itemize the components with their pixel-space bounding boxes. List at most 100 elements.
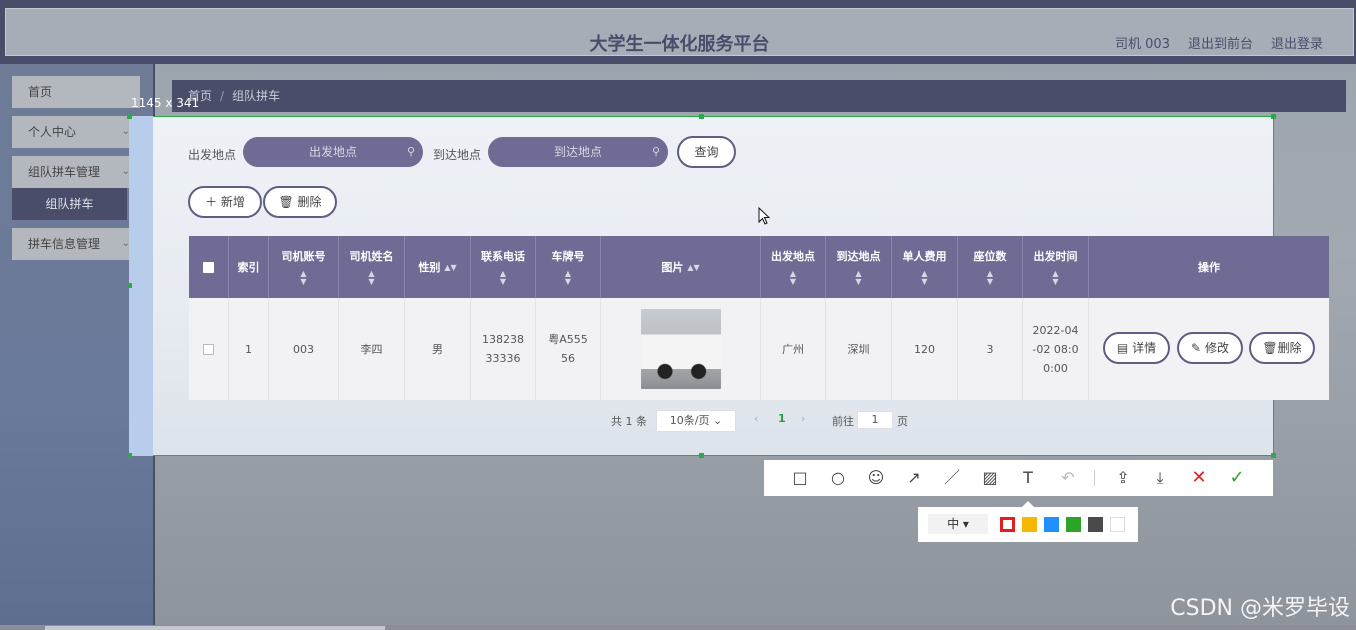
resize-handle[interactable]: [127, 453, 132, 458]
th-fee[interactable]: 单人费用 ▲ ▼: [892, 236, 958, 298]
undo-icon[interactable]: ↶: [1056, 466, 1080, 490]
sidebar-item-label: 首页: [28, 85, 53, 99]
th-plate[interactable]: 车牌号 ▲ ▼: [536, 236, 601, 298]
page-size-value: 10条/页: [669, 414, 710, 427]
sort-icon[interactable]: ▲▼: [565, 270, 571, 286]
th-phone[interactable]: 联系电话 ▲ ▼: [471, 236, 536, 298]
th-seats[interactable]: 座位数 ▲ ▼: [958, 236, 1023, 298]
sort-icon[interactable]: ▲▼: [444, 263, 456, 272]
emoji-icon[interactable]: ☺: [864, 466, 888, 490]
plus-icon: ＋: [205, 195, 218, 209]
stroke-size-value: 中: [947, 517, 960, 531]
goto-label: 前往: [832, 415, 854, 428]
edit-button[interactable]: ✎ 修改: [1177, 332, 1243, 364]
text-icon[interactable]: T: [1016, 466, 1040, 490]
th-gender[interactable]: 性别 ▲▼: [405, 236, 471, 298]
resize-handle[interactable]: [699, 114, 704, 119]
color-swatch-blue[interactable]: [1044, 517, 1059, 532]
watermark: CSDN @米罗毕设: [1170, 596, 1350, 621]
page-size-select[interactable]: 10条/页 ⌄: [656, 410, 736, 432]
share-icon[interactable]: ⇪: [1111, 466, 1135, 490]
goto-page-input[interactable]: 1: [857, 411, 893, 429]
sort-icon[interactable]: ▲▼: [368, 270, 374, 286]
color-swatch-white[interactable]: [1110, 517, 1125, 532]
current-page[interactable]: 1: [778, 412, 786, 425]
to-placeholder: 到达地点: [553, 145, 602, 159]
search-icon: ⚲: [406, 145, 415, 158]
trash-icon: 🗑: [278, 195, 294, 209]
th-label: 座位数: [973, 250, 1007, 263]
sort-icon[interactable]: ▲▼: [300, 270, 306, 286]
row-select-cell[interactable]: [189, 298, 229, 400]
cell-fee: 120: [892, 298, 958, 400]
stroke-size-select[interactable]: 中 ▾: [928, 514, 988, 534]
ellipse-icon[interactable]: ○: [826, 466, 850, 490]
sidebar-item-label: 组队拼车管理: [28, 165, 101, 179]
to-search-input[interactable]: 到达地点 ⚲: [488, 137, 668, 167]
sort-icon[interactable]: ▲▼: [855, 270, 861, 286]
cell-to: 深圳: [826, 298, 892, 400]
detail-button[interactable]: ▤ 详情: [1103, 332, 1170, 364]
th-label: 操作: [1198, 261, 1220, 274]
sidebar-item-home[interactable]: 首页: [12, 76, 140, 108]
rect-icon[interactable]: □: [788, 466, 812, 490]
query-button[interactable]: 查询: [677, 136, 736, 168]
sort-icon[interactable]: ▲▼: [687, 263, 699, 272]
logout-link[interactable]: 退出登录: [1271, 33, 1323, 52]
cell-image[interactable]: [601, 298, 761, 400]
prev-page-icon[interactable]: ‹: [754, 412, 758, 425]
color-swatch-gray[interactable]: [1088, 517, 1103, 532]
download-icon[interactable]: ⤓: [1148, 466, 1172, 490]
sort-icon[interactable]: ▲▼: [1052, 270, 1058, 286]
row-checkbox[interactable]: [203, 343, 214, 355]
select-all-checkbox[interactable]: [203, 261, 214, 273]
add-button[interactable]: ＋ 新增: [188, 186, 262, 218]
resize-handle[interactable]: [1271, 453, 1276, 458]
exit-to-front-link[interactable]: 退出到前台: [1188, 33, 1253, 52]
th-to[interactable]: 到达地点 ▲ ▼: [826, 236, 892, 298]
sort-icon[interactable]: ▲▼: [987, 270, 993, 286]
sort-icon[interactable]: ▲▼: [500, 270, 506, 286]
resize-handle[interactable]: [1271, 114, 1276, 119]
th-label: 索引: [237, 261, 260, 274]
car-photo[interactable]: [640, 309, 721, 389]
pen-icon[interactable]: ／: [940, 466, 964, 490]
th-account[interactable]: 司机账号 ▲ ▼: [269, 236, 339, 298]
th-from[interactable]: 出发地点 ▲ ▼: [761, 236, 826, 298]
th-label: 出发时间: [1033, 250, 1078, 263]
resize-handle[interactable]: [699, 453, 704, 458]
th-image[interactable]: 图片 ▲▼: [601, 236, 761, 298]
delete-label: 删除: [297, 195, 322, 209]
sort-icon[interactable]: ▲▼: [790, 270, 796, 286]
color-swatch-yellow[interactable]: [1022, 517, 1037, 532]
user-link[interactable]: 司机 003: [1115, 33, 1170, 52]
scrollbar-thumb[interactable]: [45, 626, 385, 630]
color-swatch-red[interactable]: [1000, 517, 1015, 532]
resize-handle[interactable]: [127, 114, 132, 119]
th-time[interactable]: 出发时间 ▲ ▼: [1023, 236, 1089, 298]
row-delete-button[interactable]: 🗑删除: [1249, 332, 1315, 364]
th-label: 联系电话: [481, 250, 525, 263]
chevron-down-icon: ⌄: [712, 414, 723, 427]
mosaic-icon[interactable]: ▨: [978, 466, 1002, 490]
resize-handle[interactable]: [127, 283, 132, 288]
cell-phone: 13823833336: [471, 298, 536, 400]
sort-icon[interactable]: ▲▼: [921, 270, 927, 286]
sidebar-subitem-group-carpool[interactable]: 组队拼车: [12, 188, 127, 220]
cell-index: 1: [229, 298, 269, 400]
sidebar-item-group-carpool[interactable]: 组队拼车管理 ⌄: [12, 156, 140, 188]
from-search-input[interactable]: 出发地点 ⚲: [243, 137, 423, 167]
th-name[interactable]: 司机姓名 ▲ ▼: [339, 236, 405, 298]
cancel-icon[interactable]: ✕: [1187, 466, 1211, 490]
select-all-cell[interactable]: [189, 236, 229, 298]
cell-account: 003: [269, 298, 339, 400]
cell-gender: 男: [405, 298, 471, 400]
color-swatch-green[interactable]: [1066, 517, 1081, 532]
sidebar-item-profile[interactable]: 个人中心 ⌄: [12, 116, 140, 148]
arrow-icon[interactable]: ↗: [902, 466, 926, 490]
confirm-icon[interactable]: ✓: [1225, 466, 1249, 490]
next-page-icon[interactable]: ›: [801, 412, 805, 425]
delete-button[interactable]: 🗑 删除: [263, 186, 337, 218]
sidebar-item-carpool-info[interactable]: 拼车信息管理 ⌄: [12, 228, 140, 260]
th-label: 图片: [661, 261, 684, 274]
